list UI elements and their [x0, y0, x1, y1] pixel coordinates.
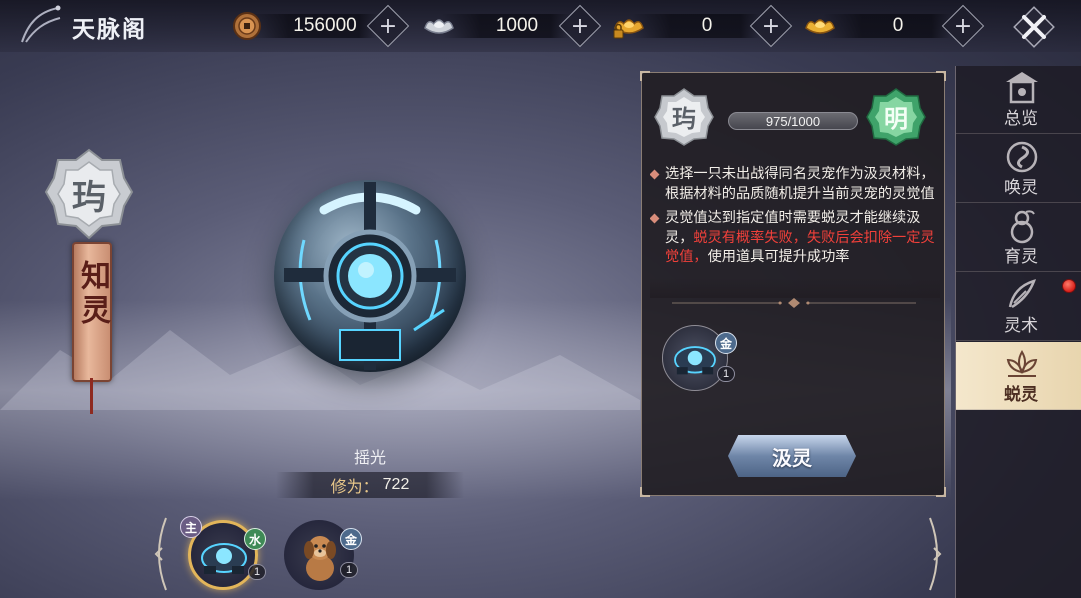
tab-overview[interactable]: 总览	[956, 66, 1081, 134]
add-silver-button[interactable]: +	[558, 4, 602, 48]
add-gold-button[interactable]: +	[941, 4, 985, 48]
tab-summon[interactable]: 唤灵	[956, 135, 1081, 203]
rank-seal-char: 玙	[72, 178, 106, 218]
pet-model[interactable]	[274, 180, 466, 372]
pet-slot-main[interactable]: 主 水 1	[180, 516, 266, 592]
cultivation-value: 722	[382, 476, 410, 493]
gourd-icon	[1010, 210, 1035, 244]
element-badge-metal: 金	[340, 528, 362, 550]
pet-count: 1	[248, 564, 266, 580]
orb-pet-avatar-icon	[674, 346, 716, 375]
add-locked-gold-button[interactable]: +	[749, 4, 793, 48]
currency-value: 156000	[293, 15, 357, 36]
currency-value: 1000	[495, 15, 539, 36]
rule-2: 灵觉值达到指定值时需要蜕灵才能继续汲灵，蜕灵有概率失败，失败后会扣除一定灵觉值，…	[650, 209, 940, 268]
rank-banner-text: 知灵	[75, 260, 110, 328]
gold-ingot-icon	[805, 19, 835, 34]
next-rank-char: 明	[884, 104, 908, 133]
currency-gold: 0	[803, 12, 953, 40]
tab-transform[interactable]: 蜕灵	[956, 342, 1081, 410]
dog-pet-avatar-icon	[304, 536, 336, 581]
pet-cultivation: 修为： 722	[276, 472, 464, 498]
notification-dot	[1062, 279, 1076, 293]
rank-banner: 知灵	[72, 242, 112, 382]
feather-icon	[1008, 279, 1037, 309]
tab-nurture[interactable]: 育灵	[956, 204, 1081, 272]
side-tabs: 总览 唤灵 育灵 灵术 蜕灵	[955, 66, 1081, 598]
currency-silver: 1000	[422, 12, 572, 40]
page-title: 天脉阁	[72, 16, 147, 43]
pet-slot-2[interactable]: 金 1	[284, 520, 362, 592]
material-slot[interactable]: 金 1	[662, 325, 737, 391]
currency-value: 0	[892, 15, 904, 36]
text-fade	[650, 278, 940, 298]
pet-name: 摇光	[353, 448, 386, 467]
pavilion-icon	[1006, 72, 1038, 104]
add-copper-button[interactable]: +	[366, 4, 410, 48]
absorb-button[interactable]: 汲灵	[728, 435, 856, 477]
rank-emblem: 玙 知灵	[44, 146, 134, 416]
rules-description: 选择一只未出战得同名灵宠作为汲灵材料，根据材料的品质随机提升当前灵宠的灵觉值 灵…	[650, 165, 940, 295]
scroll-right-arrow-icon[interactable]	[926, 514, 946, 594]
rule-1: 选择一只未出战得同名灵宠作为汲灵材料，根据材料的品质随机提升当前灵宠的灵觉值	[650, 165, 940, 204]
element-badge-metal: 金	[715, 332, 737, 354]
current-rank-char: 玙	[672, 104, 696, 133]
currency-value: 0	[701, 15, 713, 36]
cultivation-label: 修为：	[330, 477, 379, 496]
currency-locked-gold: 0	[612, 12, 762, 40]
divider-ornament-icon	[672, 298, 916, 308]
currency-copper: 156000	[230, 12, 380, 40]
spirit-absorb-panel: 玙 975/1000 明 选择一只未出战得同名灵宠作为汲灵材料，根据材料的品质随…	[640, 71, 946, 497]
lotus-icon	[1006, 350, 1038, 377]
top-bar: 天脉阁 156000 + 1000 + 0 + 0 +	[0, 0, 1081, 52]
scroll-left-arrow-icon[interactable]	[150, 514, 170, 594]
element-badge-water: 水	[244, 528, 266, 550]
locked-gold-ingot-icon	[613, 19, 644, 39]
material-count: 1	[717, 366, 735, 382]
pet-count: 1	[340, 562, 358, 578]
pet-orb-icon	[284, 182, 456, 370]
silver-ingot-icon	[424, 19, 454, 34]
banner-tassel	[90, 378, 93, 414]
orb-pet-avatar-icon	[201, 543, 247, 574]
swirl-icon	[1006, 141, 1038, 173]
main-pet-tag: 主	[180, 516, 202, 538]
title-ornament-icon	[21, 5, 61, 43]
copper-coin-icon	[233, 12, 261, 40]
close-icon[interactable]	[1012, 5, 1056, 49]
awareness-progress: 975/1000	[728, 112, 858, 130]
